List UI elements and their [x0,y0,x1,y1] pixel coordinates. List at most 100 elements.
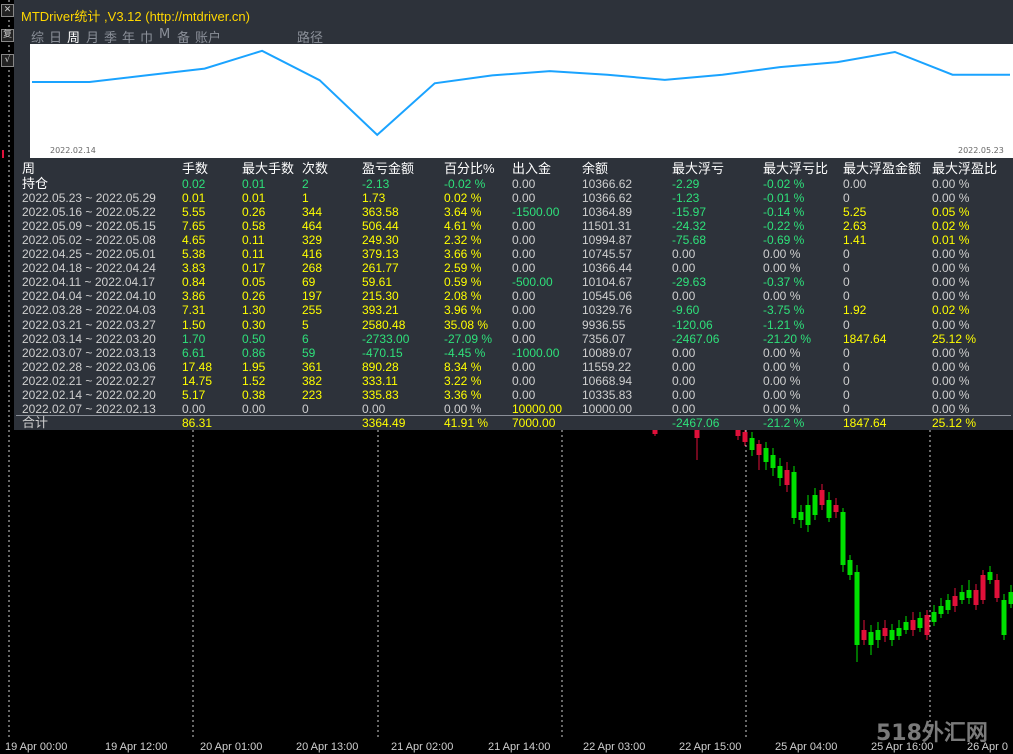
candle-body [735,430,741,436]
row-7-balance: 10104.67 [582,275,633,290]
candle-body [777,466,783,478]
hdr-max-lots: 最大手数 [242,161,295,176]
candle-body [938,606,944,614]
row-3-lots: 7.65 [182,219,206,234]
row-13-pnl: 890.28 [362,359,399,374]
row-5-max-lots: 0.11 [242,247,265,262]
close-button[interactable]: ✕ [1,4,14,17]
candle-body [826,500,832,518]
row-12-pnl: -470.15 [362,345,403,360]
row-4-max-fp: 1.41 [843,233,867,248]
row-1-max-dd: -1.23 [672,191,700,206]
row-7-flow: -500.00 [512,275,553,290]
row-11-pct: -27.09 % [444,331,493,346]
row-6-max-lots: 0.17 [242,261,266,276]
row-2-max-fp: 5.25 [843,205,867,220]
row-2-max-lots: 0.26 [242,205,266,220]
row-5-week-range: 2022.04.25 ~ 2022.05.01 [22,247,156,262]
row-14-max-lots: 1.52 [242,373,266,388]
row-4-week-range: 2022.05.02 ~ 2022.05.08 [22,233,156,248]
row-9-max-fp-pct: 0.02 % [932,303,970,318]
time-axis-label: 25 Apr 04:00 [775,741,838,753]
row-5-max-fp: 0 [843,247,850,262]
watermark: 518外汇网 [876,721,988,746]
candle-body [1008,592,1013,604]
row-0-max-dd: -2.29 [672,177,700,191]
row-13-max-fp: 0 [843,359,850,374]
row-15-flow: 0.00 [512,387,536,402]
row-6-lots: 3.83 [182,261,206,276]
hdr-pnl: 盈亏金额 [362,161,415,176]
row-4-max-dd-pct: -0.69 % [763,233,805,248]
hdr-balance: 余额 [582,161,609,176]
row-12-max-lots: 0.86 [242,345,266,360]
row-8-week-range: 2022.04.04 ~ 2022.04.10 [22,289,156,304]
row-9-max-lots: 1.30 [242,303,266,318]
row-10-max-lots: 0.30 [242,317,266,332]
hdr-pct: 百分比% [444,161,495,176]
row-8-pct: 2.08 % [444,289,482,304]
time-axis-label: 21 Apr 02:00 [391,741,454,753]
row-0-count: 2 [302,177,309,191]
row-15-max-dd: 0.00 [672,387,696,402]
candle-body [966,590,972,598]
row-3-max-dd-pct: -0.22 % [763,219,805,234]
row-15-pct: 3.36 % [444,387,482,402]
row-16-max-dd: 0.00 [672,401,696,416]
check-button[interactable]: √ [1,54,14,67]
row-13-max-fp-pct: 0.00 % [932,359,970,374]
row-13-count: 361 [302,359,323,374]
row-8-count: 197 [302,289,323,304]
row-8-max-fp: 0 [843,289,850,304]
row-12-flow: -1000.00 [512,345,560,360]
row-6-balance: 10366.44 [582,261,633,276]
row-7-max-lots: 0.05 [242,275,266,290]
row-4-flow: 0.00 [512,233,536,248]
row-8-pnl: 215.30 [362,289,399,304]
totals-lots: 86.31 [182,416,213,430]
row-1-week-range: 2022.05.23 ~ 2022.05.29 [22,191,156,206]
candle-body [854,572,860,645]
row-5-lots: 5.38 [182,247,206,262]
row-14-max-fp: 0 [843,373,850,388]
balance-series-line [32,49,1010,137]
row-13-flow: 0.00 [512,359,536,374]
row-6-max-fp-pct: 0.00 % [932,261,970,276]
row-11-count: 6 [302,331,309,346]
candle-body [882,628,888,636]
row-9-flow: 0.00 [512,303,536,318]
row-3-pnl: 506.44 [362,219,399,234]
row-10-max-fp: 0 [843,317,850,332]
time-axis-label: 19 Apr 12:00 [105,741,168,753]
row-13-max-dd: 0.00 [672,359,696,374]
row-16-pnl: 0.00 [362,401,386,416]
row-12-max-fp-pct: 0.00 % [932,345,970,360]
row-11-max-fp-pct: 25.12 % [932,331,977,346]
row-10-flow: 0.00 [512,317,536,332]
row-10-max-fp-pct: 0.00 % [932,317,970,332]
totals-pct: 41.91 % [444,416,489,430]
totals-flow: 7000.00 [512,416,556,430]
row-3-max-dd: -24.32 [672,219,707,234]
hdr-max-dd-pct: 最大浮亏比 [763,161,829,176]
row-6-max-dd-pct: 0.00 % [763,261,801,276]
candle-body [847,560,853,575]
balance-line-svg [32,49,1010,137]
row-7-max-fp: 0 [843,275,850,290]
row-12-balance: 10089.07 [582,345,633,360]
row-11-max-fp: 1847.64 [843,331,887,346]
row-0-pct: -0.02 % [444,177,486,191]
copy-button[interactable]: 复 [1,29,14,42]
row-14-pct: 3.22 % [444,373,482,388]
row-8-max-dd: 0.00 [672,289,696,304]
tab-m[interactable]: M [159,27,170,42]
row-7-max-dd-pct: -0.37 % [763,275,805,290]
candle-body [959,592,965,600]
row-10-balance: 9936.55 [582,317,626,332]
candle-body [952,596,958,606]
row-16-max-fp-pct: 0.00 % [932,401,970,416]
row-11-flow: 0.00 [512,331,536,346]
row-14-max-fp-pct: 0.00 % [932,373,970,388]
row-11-max-dd: -2467.06 [672,331,720,346]
candle-body [973,590,979,605]
